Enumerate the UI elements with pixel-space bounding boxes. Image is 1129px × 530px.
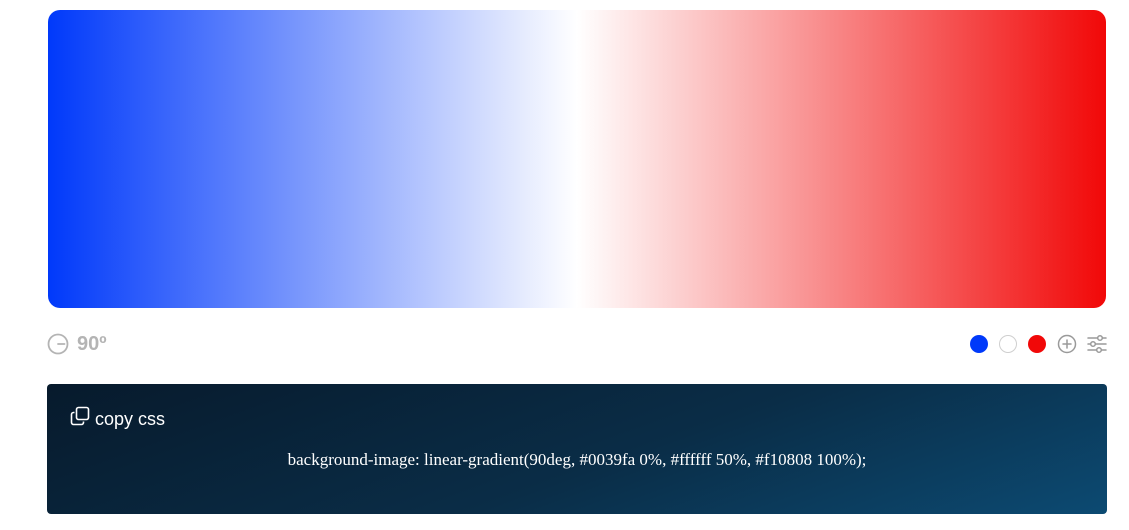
- gradient-controls: 90º: [47, 332, 1107, 356]
- angle-value: 90º: [77, 333, 107, 355]
- color-stop-blue[interactable]: [970, 335, 988, 353]
- angle-control[interactable]: 90º: [47, 332, 107, 356]
- color-stop-white[interactable]: [999, 335, 1017, 353]
- copy-css-label: copy css: [95, 409, 166, 429]
- sliders-icon[interactable]: [1087, 334, 1107, 354]
- gradient-preview: [48, 10, 1106, 308]
- copy-css-button[interactable]: copy css: [70, 406, 166, 429]
- angle-dial-icon: [47, 333, 69, 355]
- color-stops: [970, 332, 1107, 356]
- css-code-text: background-image: linear-gradient(90deg,…: [287, 450, 867, 469]
- css-code-panel: copy css background-image: linear-gradie…: [47, 384, 1107, 514]
- plus-circle-icon[interactable]: [1057, 334, 1077, 354]
- color-stop-red[interactable]: [1028, 335, 1046, 353]
- copy-icon: [70, 406, 90, 426]
